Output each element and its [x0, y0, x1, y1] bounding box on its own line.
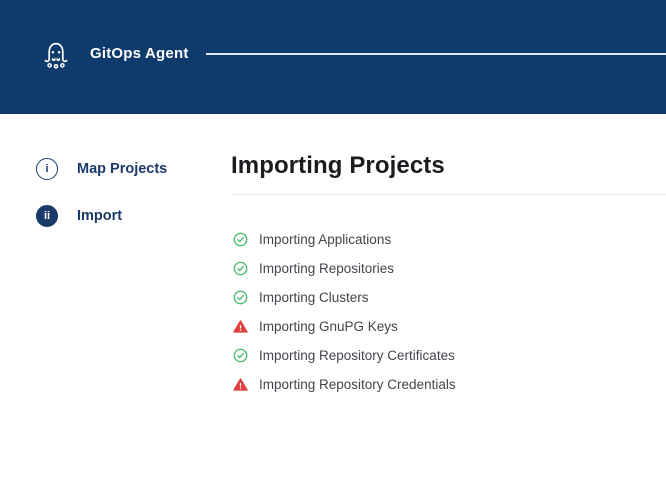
step-index-badge: i [36, 158, 58, 180]
import-status-label: Importing Applications [259, 233, 391, 247]
import-status-row: Importing Repositories [233, 254, 666, 283]
page-title: Importing Projects [231, 152, 666, 180]
success-check-icon [233, 232, 248, 247]
argo-octopus-logo-icon [40, 38, 72, 70]
step-label: Map Projects [77, 161, 167, 177]
success-check-icon [233, 348, 248, 363]
title-divider-line [231, 194, 666, 195]
brand-title: GitOps Agent [90, 38, 189, 70]
import-status-label: Importing Repository Certificates [259, 349, 455, 363]
import-status-label: Importing GnuPG Keys [259, 320, 398, 334]
warning-triangle-icon [233, 319, 248, 334]
step-map-projects[interactable]: i Map Projects [36, 158, 231, 180]
import-status-row: Importing Clusters [233, 283, 666, 312]
import-status-row: Importing Applications [233, 225, 666, 254]
import-status-label: Importing Repository Credentials [259, 378, 456, 392]
step-index-badge: ii [36, 205, 58, 227]
page-body: i Map Projects ii Import Importing Proje… [0, 114, 666, 399]
header-divider-line [206, 53, 666, 55]
import-status-list: Importing Applications Importing Reposit… [231, 225, 666, 399]
import-status-label: Importing Clusters [259, 291, 369, 305]
app-header: GitOps Agent [0, 0, 666, 114]
success-check-icon [233, 290, 248, 305]
wizard-stepper: i Map Projects ii Import [0, 114, 231, 399]
import-status-label: Importing Repositories [259, 262, 394, 276]
warning-triangle-icon [233, 377, 248, 392]
success-check-icon [233, 261, 248, 276]
step-import[interactable]: ii Import [36, 205, 231, 227]
import-status-row: Importing Repository Certificates [233, 341, 666, 370]
import-status-row: Importing GnuPG Keys [233, 312, 666, 341]
step-label: Import [77, 208, 122, 224]
main-panel: Importing Projects Importing Application… [231, 114, 666, 399]
import-status-row: Importing Repository Credentials [233, 370, 666, 399]
